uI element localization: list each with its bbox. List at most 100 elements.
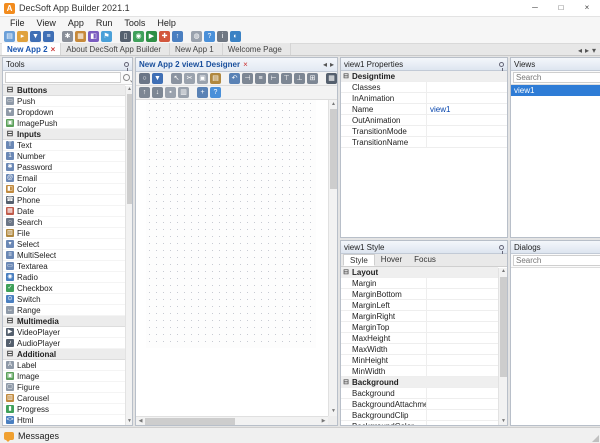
style-value[interactable]	[427, 421, 498, 425]
about-icon[interactable]: i	[217, 30, 228, 42]
tool-item[interactable]: ▭ Push	[3, 96, 125, 107]
group-collapse-icon[interactable]	[341, 126, 351, 136]
scrollbar-thumb[interactable]	[330, 109, 337, 189]
style-value[interactable]	[427, 300, 498, 310]
group-collapse-icon[interactable]: ⊟	[341, 267, 351, 277]
run-browser-icon[interactable]: ◉	[133, 30, 144, 42]
group-collapse-icon[interactable]	[341, 355, 351, 365]
property-value[interactable]	[427, 115, 507, 125]
align-top-icon[interactable]: ⊤	[281, 73, 292, 84]
save-all-icon[interactable]: ≡	[43, 30, 54, 42]
align-center-icon[interactable]: ≡	[255, 73, 266, 84]
close-button[interactable]: ×	[574, 0, 600, 16]
MinWidth[interactable]: MinWidth	[341, 366, 498, 377]
style-value[interactable]	[427, 399, 498, 409]
tool-item[interactable]: ▥ File	[3, 228, 125, 239]
style-tab[interactable]: Hover	[375, 254, 408, 266]
zoom-in-icon[interactable]: +	[197, 87, 208, 98]
tool-item[interactable]: ⊟ Inputs	[3, 129, 125, 140]
property-value[interactable]	[427, 93, 507, 103]
style-scrollbar[interactable]: ▲ ▼	[498, 268, 507, 425]
Background[interactable]: ⊟ Background	[341, 377, 498, 388]
align-bottom-icon[interactable]: ⊥	[294, 73, 305, 84]
group-controls-icon[interactable]: ▥	[178, 87, 189, 98]
tool-item[interactable]: ○ Search	[3, 217, 125, 228]
app-languages-icon[interactable]: ⚑	[101, 30, 112, 42]
menu-item[interactable]: View	[31, 18, 62, 28]
BackgroundColor[interactable]: BackgroundColor	[341, 421, 498, 425]
menu-item[interactable]: Tools	[118, 18, 151, 28]
scrollbar-thumb[interactable]	[500, 277, 507, 377]
minimize-button[interactable]: ─	[522, 0, 548, 16]
MarginBottom[interactable]: MarginBottom	[341, 289, 498, 300]
tool-item[interactable]: ≡ MultiSelect	[3, 250, 125, 261]
view-list-item[interactable]: view1	[511, 85, 600, 96]
pin-icon[interactable]	[499, 61, 504, 71]
style-tab[interactable]: Style	[343, 254, 375, 266]
group-collapse-icon[interactable]	[341, 300, 351, 310]
app-tab[interactable]: New App 2 ×	[2, 43, 62, 55]
group-collapse-icon[interactable]	[341, 278, 351, 288]
tool-item[interactable]: 1 Number	[3, 151, 125, 162]
views-search-input[interactable]	[513, 72, 600, 83]
tool-item[interactable]: ↔ Range	[3, 305, 125, 316]
tool-item[interactable]: ✱ Password	[3, 162, 125, 173]
MaxHeight[interactable]: MaxHeight	[341, 333, 498, 344]
tool-item[interactable]: ⊟ Additional	[3, 349, 125, 360]
app-themes-icon[interactable]: ◧	[88, 30, 99, 42]
paste-control-icon[interactable]: ▤	[210, 73, 221, 84]
style-value[interactable]	[427, 344, 498, 354]
new-app-icon[interactable]: ▤	[4, 30, 15, 42]
tool-item[interactable]: ⊙ Switch	[3, 294, 125, 305]
cut-control-icon[interactable]: ✂	[184, 73, 195, 84]
help-icon[interactable]: ?	[204, 30, 215, 42]
BackgroundAttachment[interactable]: BackgroundAttachment	[341, 399, 498, 410]
MarginTop[interactable]: MarginTop	[341, 322, 498, 333]
designer-help-icon[interactable]: ?	[210, 87, 221, 98]
tool-item[interactable]: ▥ Carousel	[3, 393, 125, 404]
TransitionName[interactable]: TransitionName	[341, 137, 507, 148]
Layout[interactable]: ⊟ Layout	[341, 267, 498, 278]
debug-app-icon[interactable]: ✚	[159, 30, 170, 42]
style-value[interactable]	[427, 366, 498, 376]
TransitionMode[interactable]: TransitionMode	[341, 126, 507, 137]
tool-item[interactable]: ▾ Select	[3, 239, 125, 250]
select-mode-icon[interactable]: ↖	[171, 73, 182, 84]
property-value[interactable]	[427, 126, 507, 136]
tool-item[interactable]: ▭ Textarea	[3, 261, 125, 272]
menu-item[interactable]: File	[4, 18, 31, 28]
align-right-icon[interactable]: ⊢	[268, 73, 279, 84]
tool-item[interactable]: ▣ Image	[3, 371, 125, 382]
save-app-icon[interactable]: ▼	[30, 30, 41, 42]
bring-front-icon[interactable]: ↑	[139, 87, 150, 98]
run-device-icon[interactable]: ▶	[146, 30, 157, 42]
group-collapse-icon[interactable]: ⊟	[341, 377, 351, 387]
tool-item[interactable]: ◧ Color	[3, 184, 125, 195]
style-tab[interactable]: Focus	[408, 254, 442, 266]
app-tab[interactable]: About DecSoft App Builder	[61, 43, 171, 55]
app-tab[interactable]: New App 1	[170, 43, 223, 55]
apache-cordova-icon[interactable]: ◍	[191, 30, 202, 42]
tools-scrollbar[interactable]: ▲ ▼	[125, 86, 132, 425]
style-value[interactable]	[427, 311, 498, 321]
OutAnimation[interactable]: OutAnimation	[341, 115, 507, 126]
tool-item[interactable]: ▦ Date	[3, 206, 125, 217]
group-collapse-icon[interactable]	[341, 115, 351, 125]
send-back-icon[interactable]: ↓	[152, 87, 163, 98]
tools-search-input[interactable]	[5, 72, 121, 83]
menu-item[interactable]: Help	[151, 18, 182, 28]
align-left-icon[interactable]: ⊣	[242, 73, 253, 84]
app-files-icon[interactable]: ▦	[75, 30, 86, 42]
maximize-button[interactable]: □	[548, 0, 574, 16]
style-value[interactable]	[427, 410, 498, 420]
tool-item[interactable]: ▮ Progress	[3, 404, 125, 415]
lock-controls-icon[interactable]: ▪	[165, 87, 176, 98]
canvas-hscrollbar[interactable]: ◀ ▶	[136, 416, 328, 425]
MaxWidth[interactable]: MaxWidth	[341, 344, 498, 355]
tool-item[interactable]: ⊟ Buttons	[3, 85, 125, 96]
MinHeight[interactable]: MinHeight	[341, 355, 498, 366]
BackgroundClip[interactable]: BackgroundClip	[341, 410, 498, 421]
tool-item[interactable]: ▣ ImagePush	[3, 118, 125, 129]
publish-app-icon[interactable]: ↑	[172, 30, 183, 42]
property-value[interactable]: view1	[427, 104, 507, 114]
